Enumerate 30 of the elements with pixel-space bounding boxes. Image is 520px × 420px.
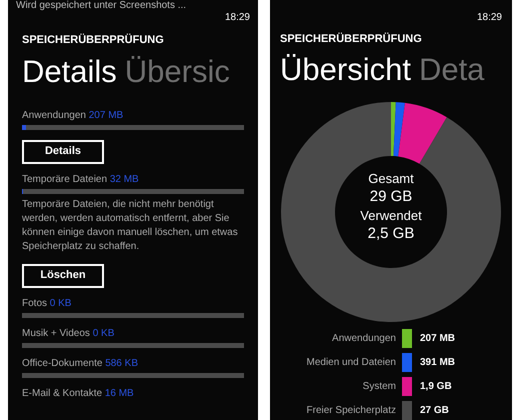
legend-value: 27 GB [420,404,449,418]
description-text: Temporäre Dateien, die nicht mehr benötigt werden, werden automatisch entfernt, aber Sie können einige davon manuell löschen, um etwas Speicherplatz zu schaffen. [22,198,239,254]
storage-label: Musik + Videos 0 KB [22,326,116,340]
action-button[interactable]: Details [22,140,104,164]
legend-label: Medien und Dateien [305,356,396,370]
pivot-tab[interactable]: Übersicht [280,47,411,94]
storage-label: E-Mail & Kontakte 16 MB [22,386,135,400]
center-text: 2,5 GB [368,224,414,244]
app-title: SPEICHERÜBERPRÜFUNG [22,32,165,48]
app-title: SPEICHERÜBERPRÜFUNG [280,32,423,47]
legend-value: 207 MB [420,332,456,346]
center-text: Gesamt [368,171,414,188]
legend-label: Anwendungen [331,332,396,346]
storage-label: Temporäre Dateien 32 MB [22,172,140,186]
status-time: 18:29 [224,11,250,25]
pivot-tab[interactable]: Übersic [124,48,230,94]
storage-label: Fotos 0 KB [22,296,72,310]
storage-label: Anwendungen 207 MB [22,108,124,122]
center-text: Verwendet [360,208,422,224]
legend-value: 1,9 GB [420,380,452,394]
status-time: 18:29 [476,11,502,25]
pivot-tab[interactable]: Deta [418,47,484,94]
center-text: 29 GB [370,187,412,206]
pivot-tab[interactable]: Details [22,48,117,94]
legend-value: 391 MB [420,356,456,370]
storage-label: Office-Dokumente 586 KB [22,356,139,370]
notification-text: Wird gespeichert unter Screenshots ... [16,0,186,12]
legend-label: System [362,380,396,394]
legend-label: Freier Speicherplatz [306,404,396,418]
action-button[interactable]: Löschen [22,264,104,288]
